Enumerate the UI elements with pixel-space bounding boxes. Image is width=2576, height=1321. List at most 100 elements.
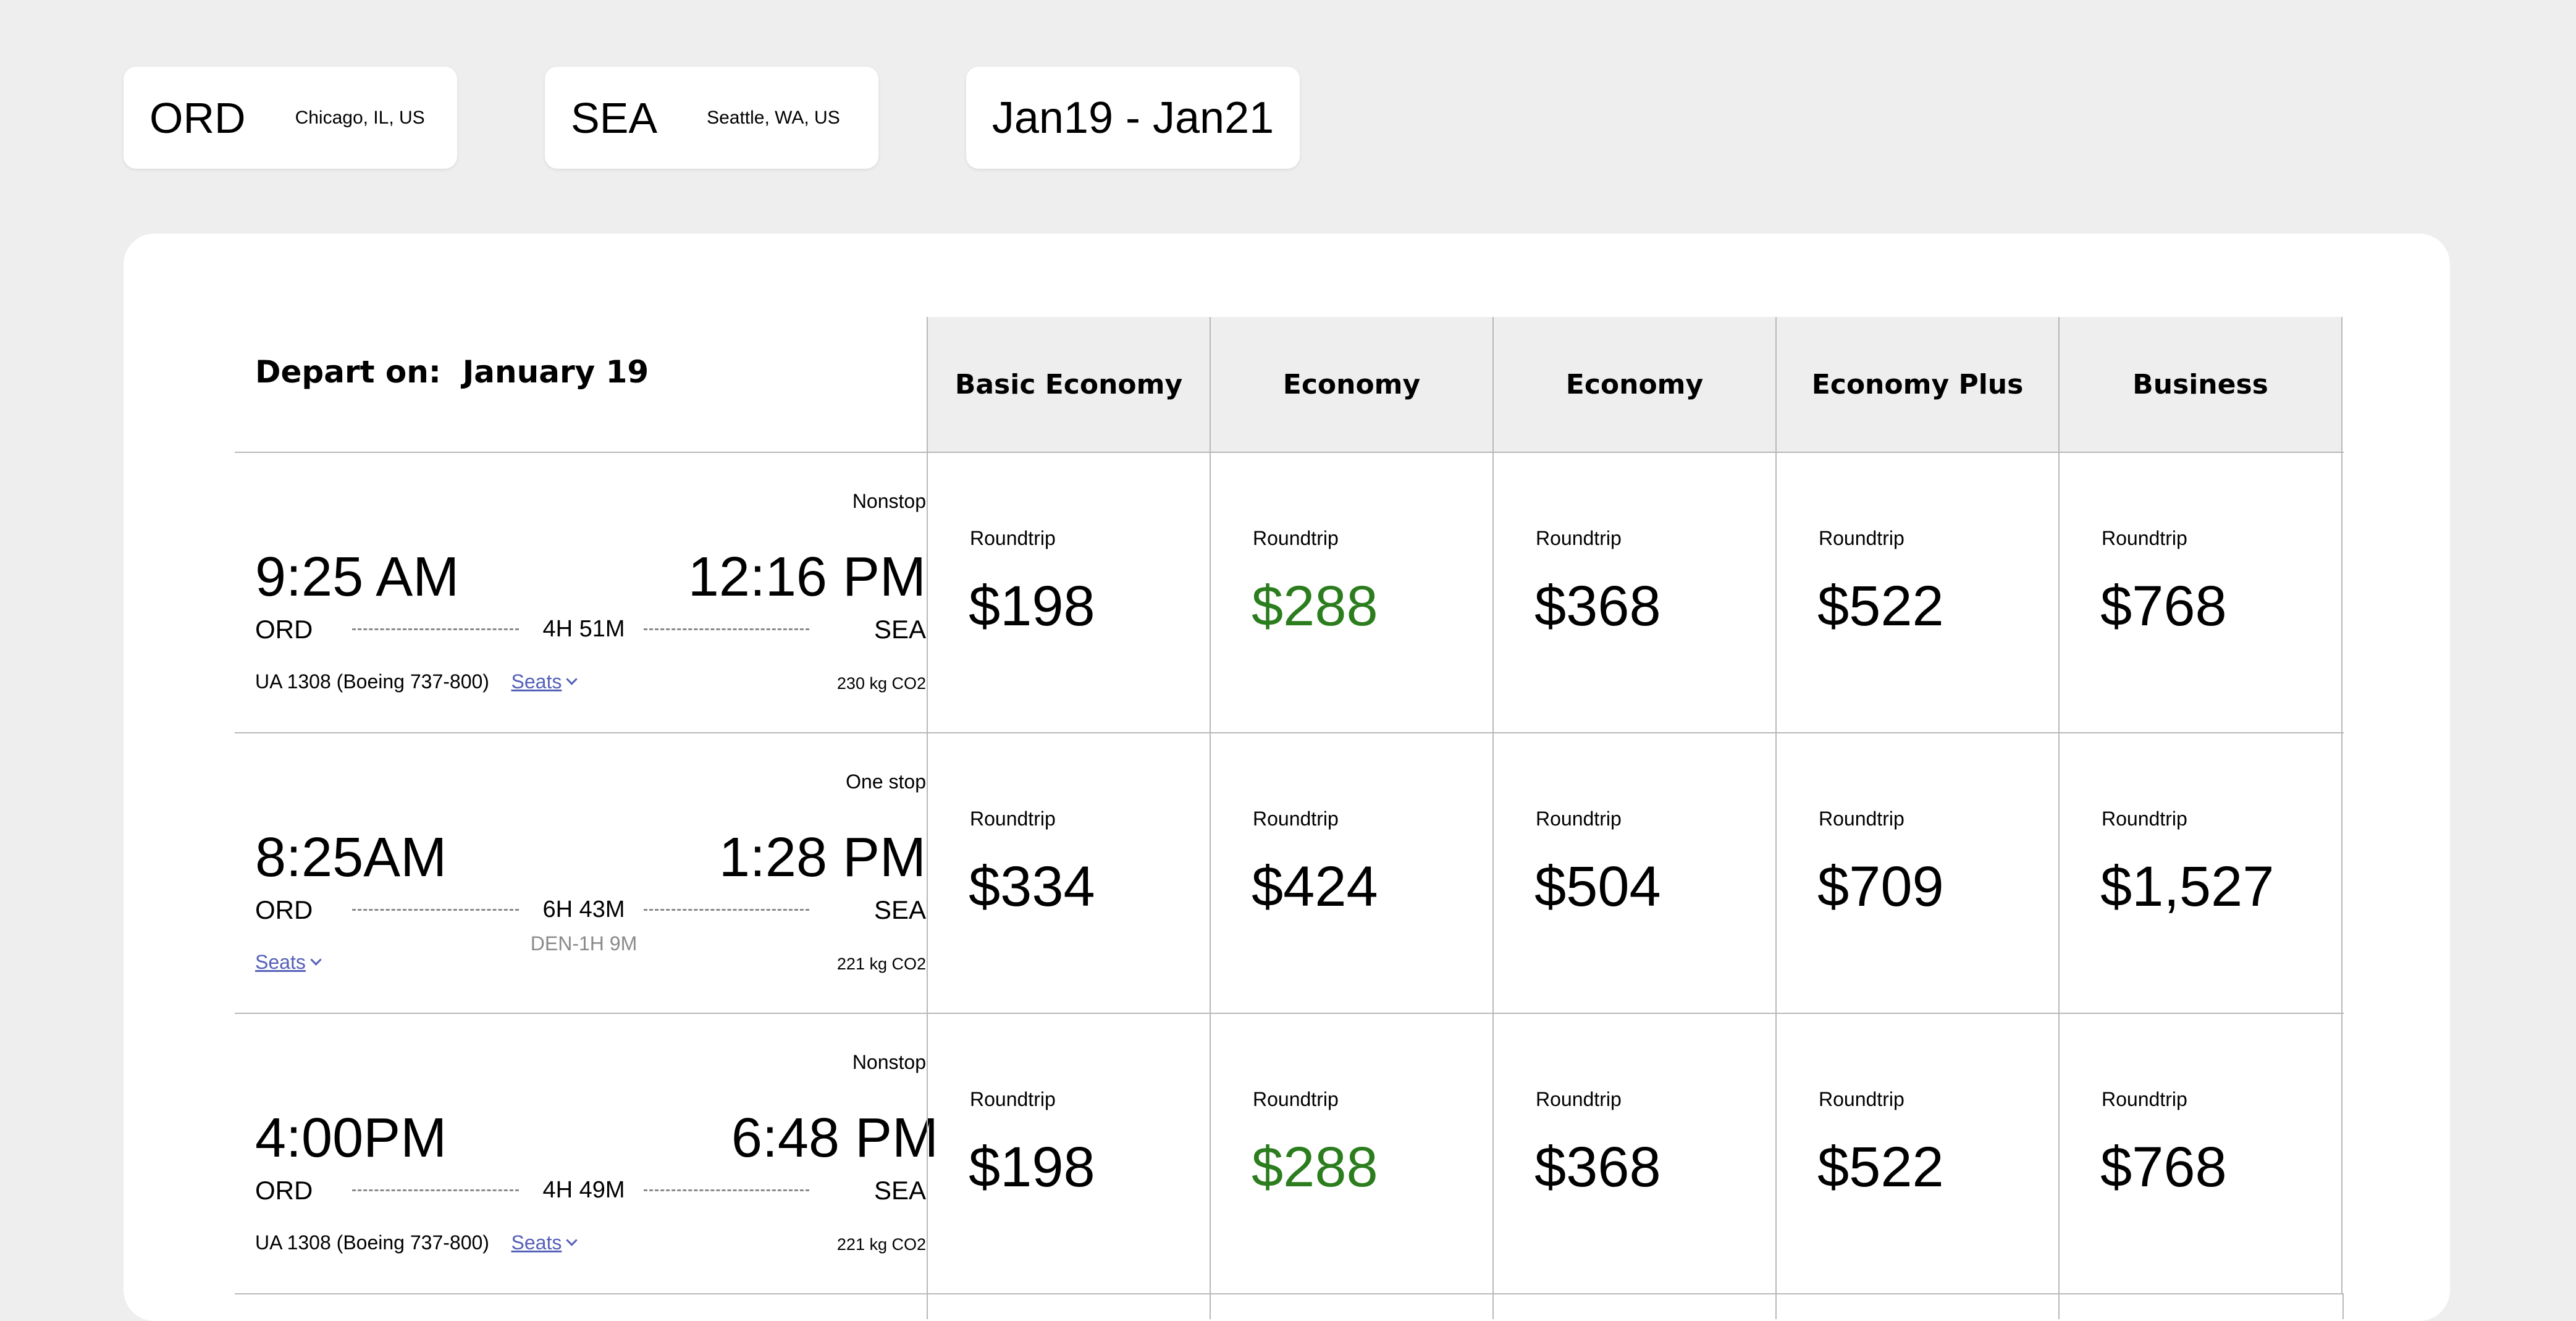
chevron-down-icon: [566, 1234, 578, 1246]
fare-column-header: Business: [2058, 317, 2342, 452]
flight-info: Seats: [255, 951, 322, 974]
origin-airport: ORD: [255, 615, 313, 644]
co2-emissions: 221 kg CO2: [836, 1235, 926, 1254]
table-header: Depart on: January 19 Basic Economy Econ…: [235, 317, 2344, 453]
departure-time: 9:25 AM: [255, 546, 460, 608]
route-line: [644, 909, 809, 911]
column-divider: [2342, 1294, 2344, 1319]
fare-option[interactable]: Roundtrip $198: [927, 1014, 1210, 1293]
fare-price: $768: [2100, 1136, 2227, 1199]
destination-city: Seattle, WA, US: [707, 107, 840, 128]
fare-column-header: Basic Economy: [927, 317, 1210, 452]
date-range-field[interactable]: Jan19 - Jan21: [966, 67, 1300, 169]
fare-type: Roundtrip: [2102, 1088, 2187, 1110]
seats-label: Seats: [511, 1231, 562, 1254]
fare-price: $288: [1252, 575, 1378, 638]
flight-number: UA 1308 (Boeing 737-800): [255, 670, 489, 693]
fare-price: $522: [1817, 575, 1944, 638]
destination-airport: SEA: [873, 1176, 926, 1205]
seats-label: Seats: [511, 670, 562, 693]
fare-option[interactable]: Roundtrip $424: [1210, 733, 1492, 1013]
flight-duration: 4H 51M: [542, 616, 625, 643]
fare-column-header: Economy Plus: [1775, 317, 2058, 452]
flight-row: One stop 8:25AM 1:28 PM ORD 6H 43M SEA D…: [235, 733, 2344, 1014]
route-line: [352, 909, 519, 911]
column-divider: [927, 1294, 928, 1319]
origin-code: ORD: [149, 93, 246, 142]
fare-type: Roundtrip: [1536, 1088, 1622, 1110]
arrival-time: 6:48 PM: [731, 1107, 938, 1169]
seats-label: Seats: [255, 951, 306, 973]
flight-info: UA 1308 (Boeing 737-800) Seats: [255, 670, 578, 693]
fare-type: Roundtrip: [970, 808, 1056, 830]
chevron-down-icon: [310, 954, 322, 966]
fare-option[interactable]: Roundtrip $1,527: [2058, 733, 2342, 1013]
depart-prefix: Depart on:: [255, 354, 441, 390]
fare-option[interactable]: Roundtrip $334: [927, 733, 1210, 1013]
fare-option[interactable]: Roundtrip $522: [1775, 453, 2058, 732]
destination-airport: SEA: [873, 895, 926, 924]
fare-price: $424: [1252, 855, 1378, 918]
route-line: [352, 628, 519, 630]
co2-emissions: 230 kg CO2: [836, 674, 926, 693]
fare-price: $1,527: [2100, 855, 2275, 918]
departure-time: 4:00PM: [255, 1107, 447, 1169]
fare-option[interactable]: Roundtrip $522: [1775, 1014, 2058, 1293]
column-divider: [1492, 1294, 1494, 1319]
fare-price: $522: [1817, 1136, 1944, 1199]
fare-option[interactable]: Roundtrip $768: [2058, 1014, 2342, 1293]
flight-duration-text: 4H 51M: [542, 616, 625, 642]
column-divider: [1775, 1294, 1777, 1319]
layover-info: DEN-1H 9M: [531, 932, 637, 955]
fare-type: Roundtrip: [1536, 527, 1622, 549]
flight-row: Nonstop 4:00PM 6:48 PM ORD 4H 49M SEA UA…: [235, 1014, 2344, 1294]
fare-option[interactable]: Roundtrip $709: [1775, 733, 2058, 1013]
flight-duration-text: 4H 49M: [542, 1177, 625, 1203]
fare-option[interactable]: Roundtrip $288: [1210, 453, 1492, 732]
destination-field[interactable]: SEA Seattle, WA, US: [545, 67, 878, 169]
fare-price: $198: [969, 1136, 1095, 1199]
route-line: [352, 1189, 519, 1191]
fare-option[interactable]: Roundtrip $368: [1492, 453, 1775, 732]
column-divider: [1210, 1294, 1211, 1319]
fare-column-header: Economy: [1210, 317, 1492, 452]
seats-link[interactable]: Seats: [255, 951, 322, 973]
fare-price: $368: [1534, 575, 1661, 638]
fare-price: $334: [969, 855, 1095, 918]
fare-type: Roundtrip: [2102, 808, 2187, 830]
column-divider: [2058, 1294, 2060, 1319]
seats-link[interactable]: Seats: [511, 1231, 578, 1254]
fare-price: $504: [1534, 855, 1661, 918]
fare-option[interactable]: Roundtrip $768: [2058, 453, 2342, 732]
destination-airport: SEA: [873, 615, 926, 644]
layover-text: DEN-1H 9M: [530, 932, 638, 955]
fare-column-header: Economy: [1492, 317, 1775, 452]
fare-type: Roundtrip: [1253, 1088, 1339, 1110]
seats-link[interactable]: Seats: [511, 670, 578, 693]
flight-row: Nonstop 9:25 AM 12:16 PM ORD 4H 51M SEA …: [235, 453, 2344, 733]
fare-price: $768: [2100, 575, 2227, 638]
fare-type: Roundtrip: [970, 1088, 1056, 1110]
arrival-time: 12:16 PM: [688, 546, 926, 608]
flight-number: UA 1308 (Boeing 737-800): [255, 1231, 489, 1254]
co2-emissions: 221 kg CO2: [836, 955, 926, 973]
origin-field[interactable]: ORD Chicago, IL, US: [124, 67, 457, 169]
results-card: Depart on: January 19 Basic Economy Econ…: [124, 234, 2450, 1321]
origin-airport: ORD: [255, 895, 313, 924]
destination-code: SEA: [571, 93, 658, 142]
date-range-value: Jan19 - Jan21: [991, 93, 1274, 143]
fare-type: Roundtrip: [970, 527, 1056, 549]
fare-price: $368: [1534, 1136, 1661, 1199]
fare-type: Roundtrip: [1253, 527, 1339, 549]
route-line: [644, 1189, 809, 1191]
fare-price: $288: [1252, 1136, 1378, 1199]
stops-label: Nonstop: [852, 490, 926, 512]
fare-option[interactable]: Roundtrip $504: [1492, 733, 1775, 1013]
depart-heading: Depart on: January 19: [255, 354, 649, 390]
fare-option[interactable]: Roundtrip $368: [1492, 1014, 1775, 1293]
fare-option[interactable]: Roundtrip $288: [1210, 1014, 1492, 1293]
depart-date: January 19: [462, 354, 649, 390]
arrival-time: 1:28 PM: [718, 827, 926, 888]
fare-type: Roundtrip: [2102, 527, 2187, 549]
fare-option[interactable]: Roundtrip $198: [927, 453, 1210, 732]
